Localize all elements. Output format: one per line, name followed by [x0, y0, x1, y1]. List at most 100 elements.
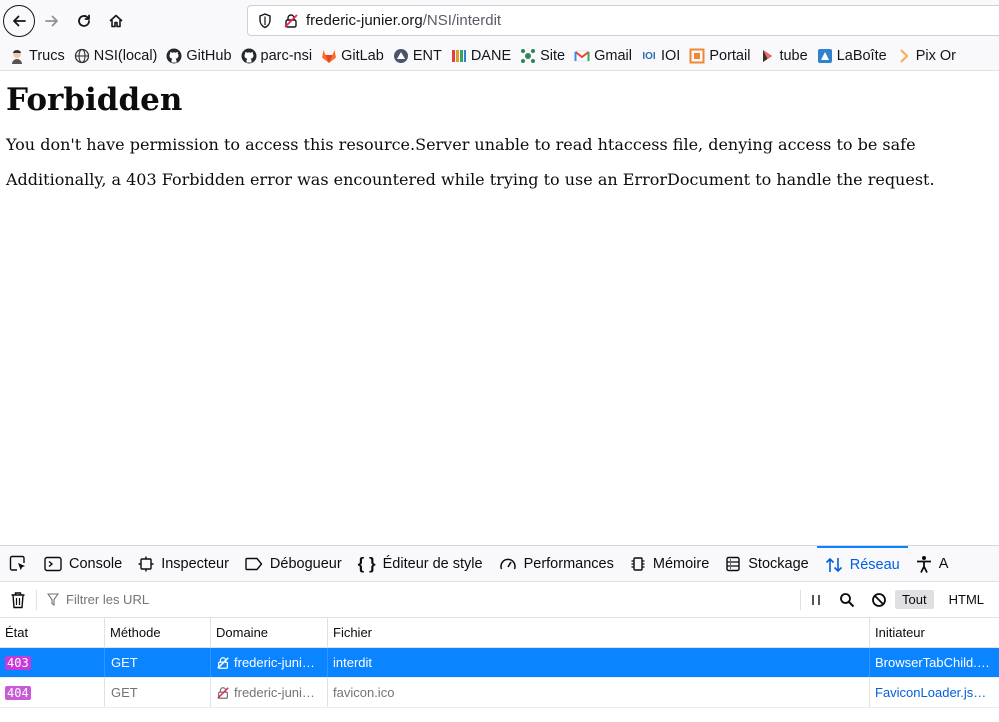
bookmark-label: ENT [412, 48, 442, 64]
tab-console[interactable]: Console [36, 546, 130, 581]
error-detail: Additionally, a 403 Forbidden error was … [6, 170, 935, 189]
tab-inspector[interactable]: Inspecteur [130, 546, 237, 581]
back-button[interactable] [3, 5, 35, 37]
tab-label: Mémoire [652, 555, 710, 572]
forward-arrow-icon [45, 15, 58, 27]
tab-label: Stockage [748, 555, 809, 572]
network-requests-table: État Méthode Domaine Fichier Initiateur … [0, 618, 999, 708]
block-button[interactable] [871, 592, 887, 608]
tab-memory[interactable]: Mémoire [622, 546, 717, 581]
network-icon [825, 556, 843, 574]
bookmark-gmail[interactable]: Gmail [574, 48, 632, 64]
reload-icon [78, 14, 90, 27]
tracking-shield-icon[interactable] [256, 12, 274, 29]
bookmark-github[interactable]: GitHub [166, 48, 232, 64]
element-picker-button[interactable] [0, 555, 36, 573]
bookmark-label: tube [779, 48, 808, 64]
debugger-icon [245, 557, 263, 571]
separator [800, 589, 802, 610]
tab-style-editor[interactable]: { } Éditeur de style [350, 546, 491, 581]
tube-icon [759, 48, 775, 64]
column-header-initiator[interactable]: Initiateur [870, 618, 999, 647]
bookmark-parc-nsi[interactable]: parc-nsi [241, 48, 313, 64]
forward-button[interactable] [37, 6, 67, 36]
column-header-domain[interactable]: Domaine [211, 618, 328, 647]
domain-text: frederic-juni… [234, 655, 315, 670]
bookmark-gitlab[interactable]: GitLab [321, 48, 384, 64]
style-editor-icon: { } [357, 553, 376, 573]
url-text: frederic-junier.org/NSI/interdit [306, 12, 501, 29]
pause-icon [812, 594, 820, 605]
tab-debugger[interactable]: Débogueur [237, 546, 350, 581]
filter-right-controls: Tout HTML [800, 582, 999, 617]
browser-toolbar: frederic-junier.org/NSI/interdit [0, 0, 999, 42]
clear-button[interactable] [0, 591, 36, 609]
bookmark-portail[interactable]: Portail [689, 48, 750, 64]
tab-accessibility[interactable]: A [908, 546, 957, 581]
tab-network[interactable]: Réseau [816, 546, 908, 581]
ioi-icon: IOI [642, 50, 656, 62]
inspector-icon [138, 556, 154, 572]
tab-label: A [938, 555, 949, 572]
filter-type-all[interactable]: Tout [895, 590, 934, 609]
url-bar[interactable]: frederic-junier.org/NSI/interdit [247, 5, 999, 36]
home-icon [109, 14, 123, 28]
home-button[interactable] [101, 6, 131, 36]
search-button[interactable] [839, 592, 855, 608]
tab-label: Inspecteur [161, 555, 229, 572]
domain-text: frederic-juni… [234, 685, 315, 700]
insecure-lock-icon [216, 656, 230, 670]
error-message: You don't have permission to access this… [6, 135, 916, 154]
gitlab-icon [321, 48, 337, 64]
method-cell: GET [105, 678, 211, 707]
url-host: frederic-junier.org [306, 12, 423, 29]
network-filter-toolbar: Tout HTML [0, 582, 999, 618]
bookmark-nsi-local[interactable]: NSI(local) [74, 48, 157, 64]
console-icon [44, 556, 62, 572]
back-arrow-icon [13, 15, 26, 27]
status-badge: 404 [5, 685, 31, 700]
filter-url-input[interactable] [64, 591, 368, 608]
github-icon [166, 48, 182, 64]
globe-icon [74, 48, 90, 64]
accessibility-icon [916, 555, 932, 573]
tab-performance[interactable]: Performances [491, 546, 622, 581]
bookmark-trucs[interactable]: Trucs [9, 48, 65, 64]
column-header-file[interactable]: Fichier [328, 618, 870, 647]
filter-type-html[interactable]: HTML [942, 590, 991, 609]
bookmark-label: parc-nsi [260, 48, 313, 64]
initiator-cell[interactable]: FaviconLoader.js… [870, 678, 999, 707]
table-row[interactable]: 404 GET frederic-juni… favicon.ico Favic… [0, 678, 999, 708]
status-cell: 403 [0, 648, 105, 677]
bookmark-ioi[interactable]: IOI IOI [641, 48, 680, 64]
file-cell: interdit [328, 648, 870, 677]
bookmark-site[interactable]: Site [520, 48, 565, 64]
column-header-state[interactable]: État [0, 618, 105, 647]
bookmark-pix[interactable]: Pix Or [896, 48, 956, 64]
separator [36, 589, 37, 610]
tab-storage[interactable]: Stockage [717, 546, 816, 581]
bookmark-tube[interactable]: tube [759, 48, 808, 64]
status-badge: 403 [5, 655, 31, 670]
column-header-method[interactable]: Méthode [105, 618, 211, 647]
bookmark-dane[interactable]: DANE [451, 48, 511, 64]
insecure-lock-icon [216, 686, 230, 700]
table-row[interactable]: 403 GET frederic-juni… interdit BrowserT… [0, 648, 999, 678]
method-cell: GET [105, 648, 211, 677]
search-icon [840, 592, 855, 607]
initiator-cell[interactable]: BrowserTabChild.… [870, 648, 999, 677]
reload-button[interactable] [69, 6, 99, 36]
github-icon [241, 48, 257, 64]
bookmark-label: Trucs [29, 48, 65, 64]
bookmark-label: IOI [661, 48, 681, 64]
gmail-icon [574, 48, 590, 64]
performance-icon [499, 556, 517, 572]
tab-label: Performances [523, 555, 614, 572]
filter-box[interactable] [47, 591, 368, 608]
bookmark-ent[interactable]: ENT [393, 48, 442, 64]
memory-icon [630, 556, 646, 572]
pause-button[interactable] [809, 593, 823, 607]
insecure-lock-icon[interactable] [282, 13, 300, 29]
bookmark-label: LaBoîte [836, 48, 887, 64]
bookmark-laboite[interactable]: LaBoîte [817, 48, 887, 64]
